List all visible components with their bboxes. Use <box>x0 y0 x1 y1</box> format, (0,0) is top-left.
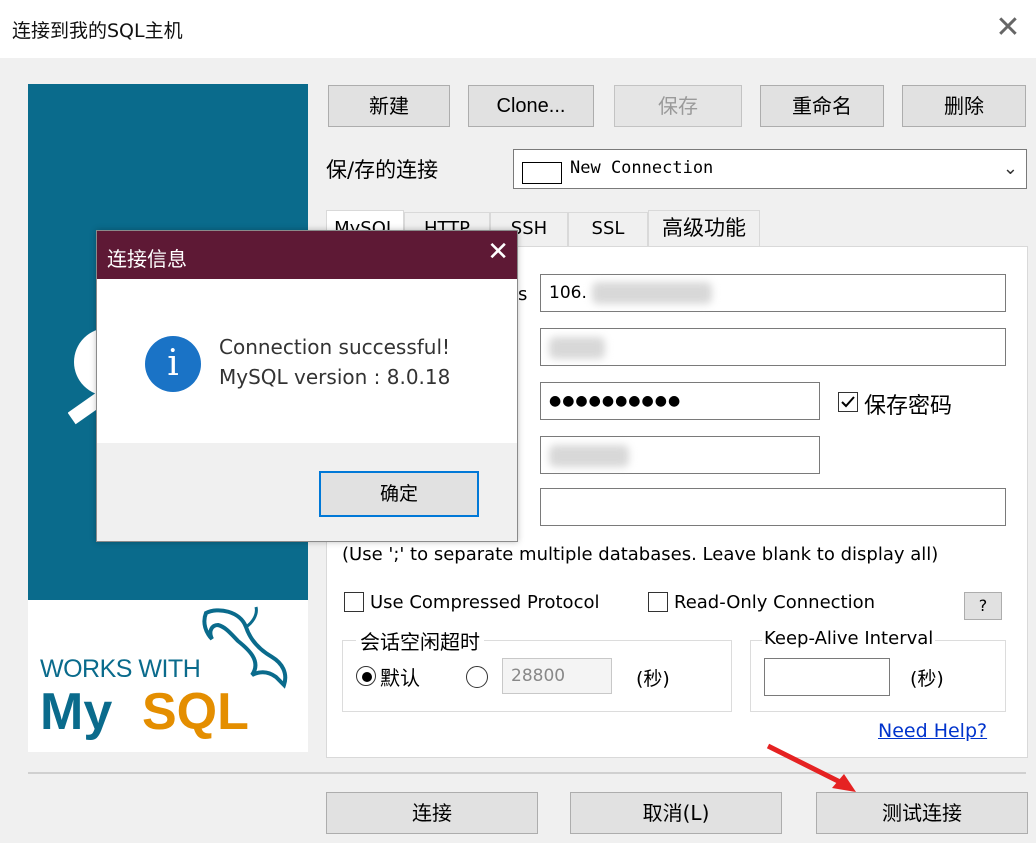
clone-button[interactable]: Clone... <box>468 85 594 127</box>
timeout-unit: (秒) <box>636 668 670 690</box>
databases-hint: (Use ';' to separate multiple databases.… <box>342 544 939 565</box>
need-help-link[interactable]: Need Help? <box>878 720 987 742</box>
port-redacted <box>549 445 629 467</box>
saved-connections-value: New Connection <box>570 158 714 178</box>
title-bar: 连接到我的SQL主机 ✕ <box>0 0 1036 58</box>
keepalive-input[interactable] <box>764 658 890 696</box>
works-with-text: WORKS WITH <box>40 655 201 683</box>
session-timeout-title: 会话空闲超时 <box>356 626 484 655</box>
save-password-label: 保存密码 <box>864 394 953 419</box>
connection-info-dialog: 连接信息 ✕ i Connection successful! MySQL ve… <box>96 230 518 542</box>
connection-color-swatch <box>522 162 562 184</box>
new-button[interactable]: 新建 <box>328 85 450 127</box>
compressed-protocol-label: Use Compressed Protocol <box>370 592 600 613</box>
readonly-connection-checkbox[interactable] <box>648 592 668 612</box>
save-password-checkbox[interactable] <box>838 392 858 412</box>
footer-divider <box>28 772 1026 774</box>
port-input[interactable] <box>540 436 820 474</box>
host-label-fragment: s <box>518 284 528 305</box>
save-button[interactable]: 保存 <box>614 85 742 127</box>
tab-ssl[interactable]: SSL <box>568 212 648 246</box>
user-input[interactable] <box>540 328 1006 366</box>
keepalive-title: Keep-Alive Interval <box>762 628 936 649</box>
keepalive-unit: (秒) <box>910 668 944 690</box>
red-arrow-icon <box>766 743 856 792</box>
tab-advanced[interactable]: 高级功能 <box>648 210 760 246</box>
cancel-button[interactable]: 取消(L) <box>570 792 782 834</box>
dialog-title: 连接信息 <box>107 247 187 271</box>
dialog-message-line2: MySQL version : 8.0.18 <box>219 365 451 389</box>
window-close-icon[interactable]: ✕ <box>990 10 1026 46</box>
rename-button[interactable]: 重命名 <box>760 85 884 127</box>
dialog-title-bar: 连接信息 ✕ <box>97 231 517 279</box>
saved-connections-label: 保/存的连接 <box>326 158 439 182</box>
info-icon: i <box>145 336 201 392</box>
delete-button[interactable]: 删除 <box>902 85 1026 127</box>
host-value: 106. <box>549 283 587 303</box>
window-title: 连接到我的SQL主机 <box>12 20 183 42</box>
default-radio[interactable] <box>356 666 376 686</box>
user-redacted <box>549 337 605 359</box>
password-input[interactable]: ●●●●●●●●●● <box>540 382 820 420</box>
checkmark-icon <box>841 396 855 408</box>
databases-input[interactable] <box>540 488 1006 526</box>
compressed-protocol-checkbox[interactable] <box>344 592 364 612</box>
ok-button[interactable]: 确定 <box>319 471 479 517</box>
custom-timeout-radio[interactable] <box>466 666 488 688</box>
timeout-input[interactable]: 28800 <box>502 658 612 694</box>
chevron-down-icon: ⌄ <box>1002 158 1018 179</box>
host-redacted <box>592 282 713 304</box>
mysql-dolphin-icon <box>202 606 288 689</box>
saved-connections-select[interactable]: New Connection ⌄ <box>513 149 1027 189</box>
connect-button[interactable]: 连接 <box>326 792 538 834</box>
default-radio-label: 默认 <box>380 666 420 690</box>
mysql-logo-my: My <box>40 683 113 741</box>
readonly-connection-label: Read-Only Connection <box>674 592 876 613</box>
dialog-message-line1: Connection successful! <box>219 335 451 359</box>
dialog-close-icon[interactable]: ✕ <box>487 237 509 267</box>
help-question-button[interactable]: ? <box>964 592 1002 620</box>
host-input[interactable]: 106. <box>540 274 1006 312</box>
